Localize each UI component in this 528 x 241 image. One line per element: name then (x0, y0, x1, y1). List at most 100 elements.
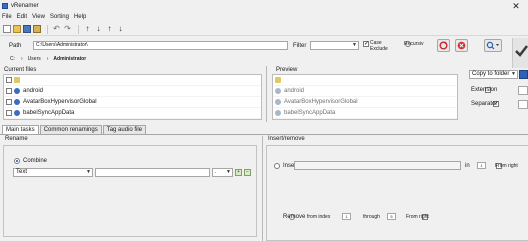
menu-edit[interactable]: Edit (17, 14, 27, 20)
current-files-list: android AvatarBoxHypervisorGlobal babelS… (3, 74, 262, 120)
in-index-stepper[interactable]: 1 (477, 162, 486, 169)
insert-text-input[interactable] (294, 161, 461, 170)
from-index-label: from index (307, 214, 331, 220)
list-item[interactable]: AvatarBoxHypervisorGlobal (273, 97, 457, 108)
separator-label: Separator (471, 101, 498, 107)
insert-radio[interactable] (274, 163, 280, 169)
folder-icon (14, 77, 20, 83)
preview-name: AvatarBoxHypervisorGlobal (284, 99, 358, 105)
extension-input[interactable] (518, 86, 528, 95)
new-icon[interactable] (3, 25, 11, 33)
move-bottom-icon[interactable]: ↓ (116, 25, 125, 33)
refresh-icon (439, 41, 448, 50)
insert-remove-group: Insert in 1 From right Remove from index… (266, 145, 528, 241)
preview-name: babelSyncAppData (284, 110, 336, 116)
through-stepper[interactable]: 5 (387, 213, 396, 220)
row-checkbox[interactable] (6, 77, 12, 83)
splitter[interactable] (262, 136, 263, 241)
tab-tag-audio-file[interactable]: Tag audio file (102, 125, 147, 134)
copy-to-folder-dropdown[interactable]: Copy to folder ▼ (469, 70, 518, 79)
rename-text-input[interactable] (95, 168, 210, 177)
rename-button[interactable] (512, 38, 528, 68)
path-input[interactable]: C:\Users\Administrator\ (33, 41, 288, 50)
undo-icon[interactable]: ↶ (52, 25, 61, 33)
list-item[interactable] (273, 75, 457, 86)
move-up-icon[interactable]: ↑ (83, 25, 92, 33)
menu-help[interactable]: Help (74, 14, 86, 20)
row-checkbox[interactable] (6, 110, 12, 116)
list-item[interactable]: babelSyncAppData (4, 108, 261, 119)
filter-label: Filter (293, 43, 307, 49)
menu-view[interactable]: View (32, 14, 45, 20)
splitter[interactable] (266, 66, 267, 122)
tab-main-tasks[interactable]: Main tasks (2, 125, 39, 134)
window-title: vRenamer (11, 3, 39, 9)
tab-divider (0, 134, 528, 135)
rename-separator-dropdown[interactable]: . ▼ (212, 168, 233, 177)
list-item[interactable] (4, 75, 261, 86)
menu-file[interactable]: File (2, 14, 12, 20)
file-icon (14, 110, 20, 116)
refresh-button[interactable] (437, 39, 450, 52)
separator-input[interactable] (518, 100, 528, 109)
open-folder-icon[interactable] (13, 25, 21, 33)
move-top-icon[interactable]: ↑ (105, 25, 114, 33)
remove-button[interactable]: − (244, 169, 251, 176)
list-item[interactable]: android (4, 86, 261, 97)
menu-sorting[interactable]: Sorting (50, 14, 69, 20)
in-label: in (465, 163, 470, 169)
rename-group: Combine Text ▼ . ▼ + − (3, 145, 257, 237)
rename-type-dropdown[interactable]: Text ▼ (13, 168, 93, 177)
combine-label: Combine (23, 158, 48, 164)
list-item[interactable]: AvatarBoxHypervisorGlobal (4, 97, 261, 108)
stop-icon (457, 41, 466, 50)
combine-radio[interactable] (14, 158, 20, 164)
breadcrumb-drive[interactable]: C: (10, 56, 15, 62)
checkmark-icon (515, 45, 528, 57)
remove-from-right-label: From right (406, 214, 429, 220)
insert-from-right-label: From right (495, 163, 518, 169)
filter-dropdown[interactable]: ▼ (310, 41, 359, 50)
row-checkbox[interactable] (6, 99, 12, 105)
search-icon (486, 41, 499, 50)
tab-common-renamings[interactable]: Common renamings (39, 125, 102, 134)
toolbar-divider (47, 24, 48, 34)
chevron-down-icon: ▼ (352, 42, 357, 48)
image-icon[interactable] (33, 25, 41, 33)
current-files-header: Current files (4, 67, 37, 73)
file-icon (275, 99, 281, 105)
folder-browse-icon[interactable] (519, 70, 528, 79)
file-name: android (23, 88, 44, 94)
recursive-label: Recursiv (404, 41, 424, 47)
extension-label: Extension (471, 87, 498, 93)
separator-value: . (215, 169, 217, 175)
remove-label: Remove (283, 214, 306, 220)
chevron-down-icon: ▼ (86, 169, 91, 175)
file-name: AvatarBoxHypervisorGlobal (23, 99, 97, 105)
close-button[interactable]: ✕ (504, 0, 528, 12)
add-button[interactable]: + (235, 169, 242, 176)
search-button[interactable] (484, 39, 502, 52)
case-exclude-checkbox[interactable] (363, 40, 369, 47)
save-icon[interactable] (23, 25, 31, 33)
redo-icon[interactable]: ↷ (63, 25, 72, 33)
through-label: through (363, 214, 380, 220)
exclude-label: Exclude (370, 46, 388, 52)
file-icon (275, 88, 281, 94)
copy-to-folder-label: Copy to folder (472, 71, 510, 77)
path-label: Path (9, 43, 22, 49)
move-down-icon[interactable]: ↓ (94, 25, 103, 33)
preview-list: android AvatarBoxHypervisorGlobal babelS… (272, 74, 458, 120)
rename-type-value: Text (16, 169, 28, 175)
breadcrumb-separator: › (46, 56, 49, 62)
preview-name: android (284, 88, 305, 94)
toolbar: ↶ ↷ ↑ ↓ ↑ ↓ (0, 23, 528, 36)
breadcrumb-users[interactable]: Users (28, 56, 41, 62)
breadcrumb: C: › Users › Administrator (0, 54, 510, 64)
list-item[interactable]: android (273, 86, 457, 97)
row-checkbox[interactable] (6, 88, 12, 94)
breadcrumb-admin[interactable]: Administrator (53, 56, 86, 62)
stop-button[interactable] (455, 39, 468, 52)
list-item[interactable]: babelSyncAppData (273, 108, 457, 119)
from-index-stepper[interactable]: 1 (342, 213, 351, 220)
